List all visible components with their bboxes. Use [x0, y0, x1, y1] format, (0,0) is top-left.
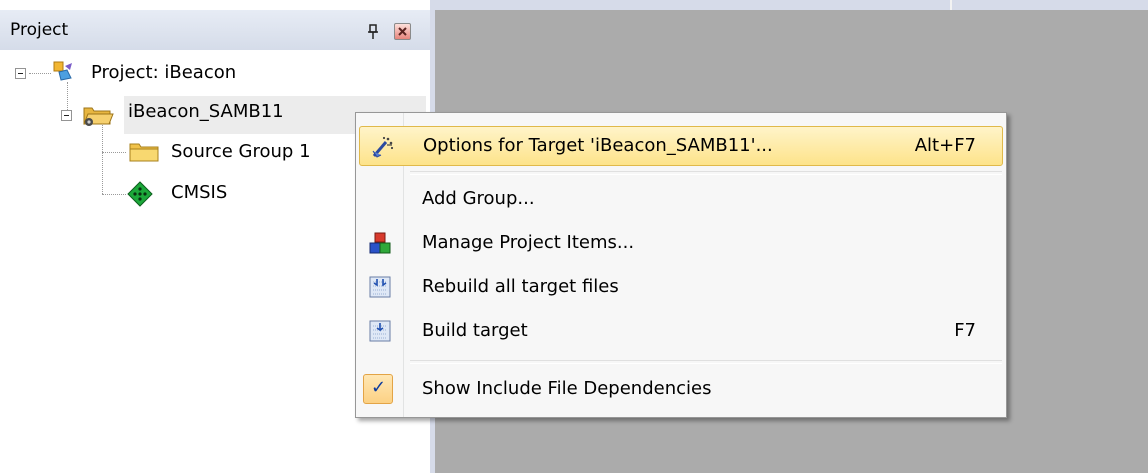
menu-item-show-include-dependencies[interactable]: ✓ Show Include File Dependencies — [356, 369, 1006, 409]
colored-blocks-icon — [369, 232, 391, 254]
check-icon[interactable]: ✓ — [363, 374, 393, 404]
menu-item-build-target[interactable]: Build target F7 — [356, 311, 1006, 351]
tree-connector — [102, 194, 126, 196]
menu-item-shortcut: F7 — [954, 320, 976, 341]
tree-connector — [102, 120, 104, 194]
context-menu: Options for Target 'iBeacon_SAMB11'... A… — [355, 112, 1007, 418]
workspace-divider — [950, 0, 952, 10]
rebuild-icon — [369, 276, 391, 298]
menu-item-label: Show Include File Dependencies — [422, 378, 712, 399]
tree-item-cmsis[interactable]: CMSIS — [171, 182, 227, 204]
menu-item-options-for-target[interactable]: Options for Target 'iBeacon_SAMB11'... A… — [359, 126, 1003, 166]
menu-item-label: Manage Project Items... — [422, 232, 635, 253]
close-icon[interactable] — [394, 23, 411, 40]
build-icon — [369, 320, 391, 342]
menu-item-shortcut: Alt+F7 — [914, 135, 976, 156]
collapse-toggle[interactable] — [15, 68, 26, 79]
magic-wand-icon — [370, 135, 394, 158]
project-panel-titlebar: Project — [0, 10, 430, 50]
cmsis-component-icon — [127, 181, 153, 207]
collapse-toggle[interactable] — [61, 110, 72, 121]
tree-connector — [102, 152, 126, 154]
folder-icon — [127, 141, 161, 163]
tree-target-label[interactable]: iBeacon_SAMB11 — [128, 101, 284, 123]
menu-item-label: Options for Target 'iBeacon_SAMB11'... — [423, 135, 773, 156]
menu-separator — [410, 360, 1002, 364]
menu-item-label: Build target — [422, 320, 528, 341]
tree-connector — [29, 73, 51, 75]
menu-item-manage-project-items[interactable]: Manage Project Items... — [356, 223, 1006, 263]
menu-item-label: Rebuild all target files — [422, 276, 619, 297]
project-icon — [51, 60, 77, 84]
workspace-top-strip — [435, 0, 1148, 10]
menu-item-label: Add Group... — [422, 188, 535, 209]
menu-item-add-group[interactable]: Add Group... — [356, 179, 1006, 219]
pin-icon[interactable] — [365, 24, 381, 40]
tree-root-label[interactable]: Project: iBeacon — [91, 62, 236, 84]
target-folder-icon — [80, 102, 116, 128]
tree-item-source-group[interactable]: Source Group 1 — [171, 141, 311, 163]
menu-item-rebuild-all[interactable]: Rebuild all target files — [356, 267, 1006, 307]
menu-separator — [410, 171, 1002, 175]
panel-title: Project — [10, 20, 69, 40]
